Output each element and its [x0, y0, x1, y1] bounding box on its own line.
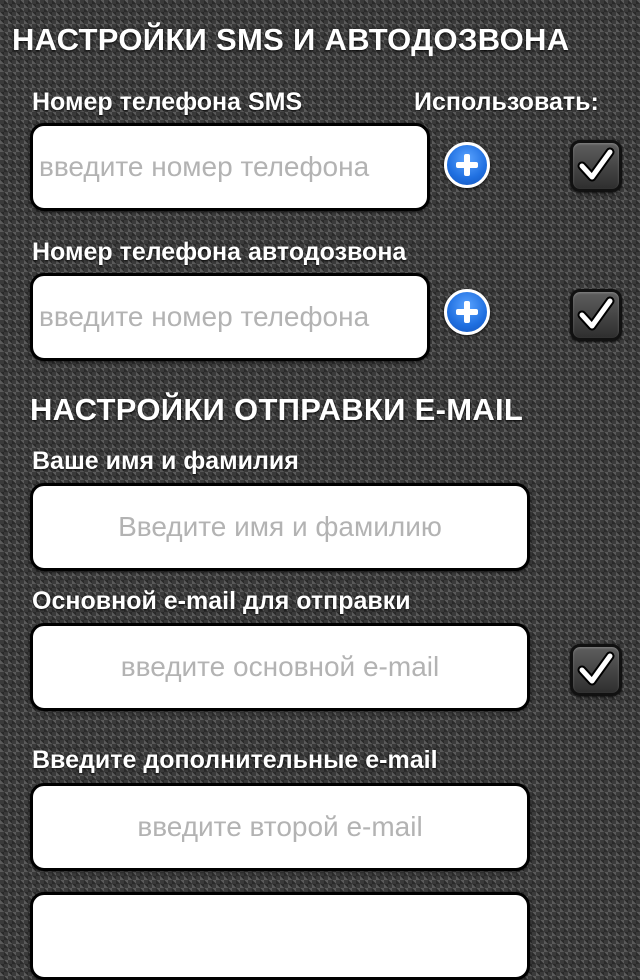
autodial-phone-input[interactable]	[33, 276, 427, 358]
autodial-phone-label: Номер телефона автодозвона	[32, 238, 407, 266]
autodial-use-checkbox[interactable]	[570, 289, 622, 341]
primary-email-field[interactable]	[30, 623, 530, 711]
second-email-input[interactable]	[33, 786, 527, 868]
email-section-title: НАСТРОЙКИ ОТПРАВКИ E-MAIL	[30, 392, 524, 427]
third-email-input[interactable]	[33, 895, 527, 977]
name-input[interactable]	[33, 486, 527, 568]
primary-email-checkbox[interactable]	[570, 644, 622, 696]
additional-emails-label: Введите дополнительные e-mail	[32, 746, 438, 774]
sms-section-title: НАСТРОЙКИ SMS И АВТОДОЗВОНА	[12, 22, 570, 57]
sms-phone-label: Номер телефона SMS	[32, 88, 303, 116]
sms-use-checkbox[interactable]	[570, 140, 622, 192]
plus-icon	[456, 154, 478, 176]
checkmark-icon	[577, 651, 615, 686]
name-label: Ваше имя и фамилия	[32, 447, 299, 475]
add-sms-phone-button[interactable]	[444, 142, 490, 188]
use-column-label: Использовать:	[414, 88, 599, 116]
checkmark-icon	[577, 147, 615, 182]
name-field[interactable]	[30, 483, 530, 571]
sms-phone-field[interactable]	[30, 123, 430, 211]
second-email-field[interactable]	[30, 783, 530, 871]
sms-phone-input[interactable]	[33, 126, 427, 208]
add-autodial-phone-button[interactable]	[444, 289, 490, 335]
primary-email-input[interactable]	[33, 626, 527, 708]
autodial-phone-field[interactable]	[30, 273, 430, 361]
third-email-field[interactable]	[30, 892, 530, 980]
plus-icon	[456, 301, 478, 323]
primary-email-label: Основной e-mail для отправки	[32, 587, 411, 615]
checkmark-icon	[577, 296, 615, 331]
